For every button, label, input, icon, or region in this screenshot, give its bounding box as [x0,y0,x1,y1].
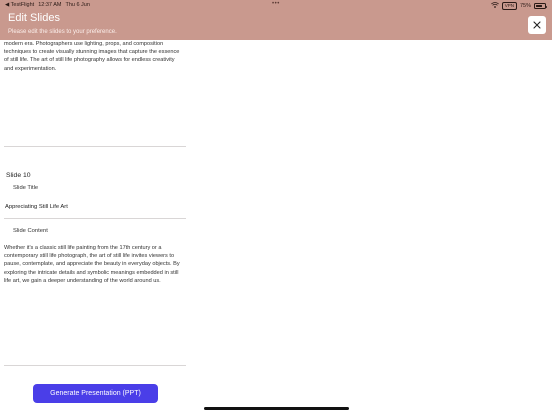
status-bar: ◀ TestFlight 12:37 AM Thu 6 Jun ••• VPN … [0,0,552,11]
slide-title-input[interactable]: Appreciating Still Life Art [5,204,68,210]
prev-slide-content-field[interactable]: modern era. Photographers use lighting, … [0,40,186,73]
close-icon [533,16,541,34]
vpn-badge: VPN [501,2,517,10]
status-time: 12:37 AM [38,2,62,8]
battery-icon [534,3,547,9]
slide-number: 10 [23,172,31,179]
slide-heading-label: Slide [6,172,22,179]
wifi-icon [490,2,499,10]
slide-content-input[interactable]: Whether it's a classic still life painti… [0,244,186,285]
page-subtitle: Please edit the slides to your preferenc… [8,29,117,35]
header-bar: ◀ TestFlight 12:37 AM Thu 6 Jun ••• VPN … [0,0,552,40]
page-title: Edit Slides [8,12,60,24]
slide-title-label: Slide Title [13,185,39,191]
prev-slide-content-underline [4,146,186,148]
generate-presentation-button[interactable]: Generate Presentation (PPT) [33,384,158,403]
slide-title-underline [4,218,186,220]
slide-heading: Slide 10 [6,172,31,179]
back-to-app-link[interactable]: ◀ TestFlight [5,2,34,8]
battery-percent: 75% [519,3,531,9]
slide-content-label: Slide Content [13,228,48,234]
close-button[interactable] [528,16,546,34]
home-indicator[interactable] [204,407,349,410]
multitasking-dots[interactable]: ••• [272,1,280,7]
status-date: Thu 6 Jun [65,2,90,8]
slide-content-underline [4,365,186,367]
